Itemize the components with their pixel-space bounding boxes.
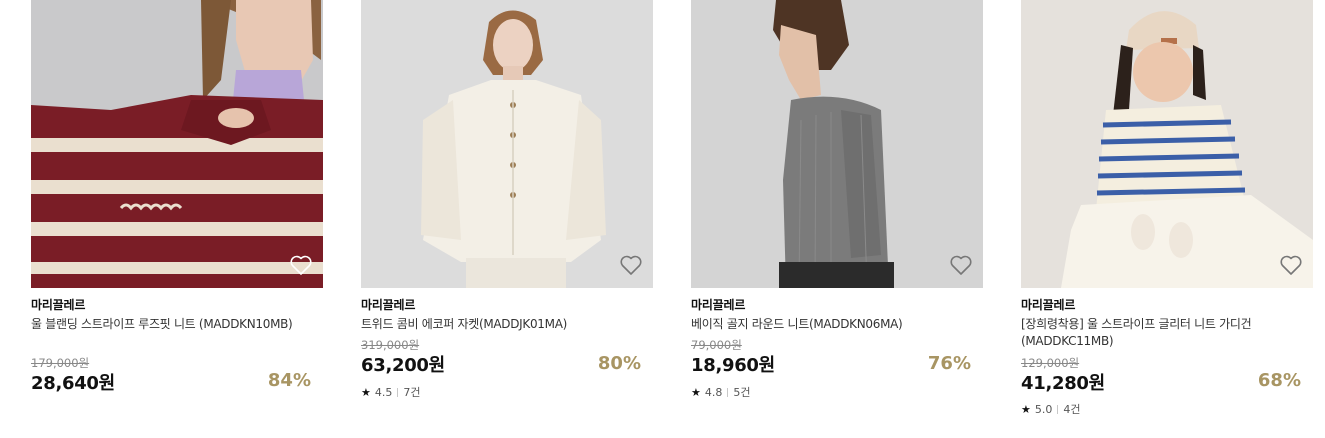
discount-rate: 68%	[1257, 370, 1301, 391]
product-brand: 마리끌레르	[31, 298, 86, 312]
wishlist-heart-icon[interactable]	[619, 254, 643, 276]
rating-summary: ★ 4.8 5건	[691, 384, 751, 400]
product-brand: 마리끌레르	[361, 298, 416, 312]
review-count: 7건	[403, 386, 421, 399]
product-name[interactable]: [장희령착용] 울 스트라이프 글리터 니트 가디건 (MADDKC11MB)	[1021, 316, 1291, 350]
star-icon: ★	[361, 385, 371, 399]
product-name[interactable]: 울 블랜딩 스트라이프 루즈핏 니트 (MADDKN10MB)	[31, 316, 301, 333]
product-name[interactable]: 트위드 콤비 에코퍼 자켓(MADDJK01MA)	[361, 316, 631, 333]
rating-value: 4.8	[704, 385, 723, 399]
wishlist-heart-icon[interactable]	[1279, 254, 1303, 276]
star-icon: ★	[1021, 402, 1031, 416]
rating-value: 4.5	[374, 385, 393, 399]
product-name[interactable]: 베이직 골지 라운드 니트(MADDKN06MA)	[691, 316, 961, 333]
rating-value: 5.0	[1034, 402, 1053, 416]
rating-summary: ★ 5.0 4건	[1021, 401, 1081, 417]
star-icon: ★	[691, 385, 701, 399]
review-count: 5건	[733, 386, 751, 399]
product-image-grey-rib-knit	[691, 0, 983, 288]
review-count: 4건	[1063, 403, 1081, 416]
product-brand: 마리끌레르	[1021, 298, 1076, 312]
rating-divider	[397, 387, 399, 397]
rating-summary: ★ 4.5 7건	[361, 384, 421, 400]
wishlist-heart-icon[interactable]	[289, 254, 313, 276]
wishlist-heart-icon[interactable]	[949, 254, 973, 276]
product-image-burgundy-stripe-knit	[31, 0, 323, 288]
rating-divider	[727, 387, 729, 397]
product-brand: 마리끌레르	[691, 298, 746, 312]
product-image[interactable]	[1021, 0, 1313, 288]
product-card[interactable]: 마리끌레르 트위드 콤비 에코퍼 자켓(MADDJK01MA) 319,000원…	[361, 0, 653, 438]
rating-divider	[1057, 404, 1059, 414]
product-image-white-tweed-jacket	[361, 0, 653, 288]
discount-rate: 80%	[597, 353, 641, 374]
sale-price: 41,280원	[1021, 373, 1105, 394]
discount-rate: 84%	[267, 370, 311, 391]
sale-price: 28,640원	[31, 373, 115, 394]
product-card[interactable]: 마리끌레르 [장희령착용] 울 스트라이프 글리터 니트 가디건 (MADDKC…	[1021, 0, 1313, 438]
product-card[interactable]: 마리끌레르 울 블랜딩 스트라이프 루즈핏 니트 (MADDKN10MB) 17…	[31, 0, 323, 438]
product-image[interactable]	[691, 0, 983, 288]
product-image[interactable]	[361, 0, 653, 288]
sale-price: 18,960원	[691, 355, 775, 376]
product-image[interactable]	[31, 0, 323, 288]
product-grid: 마리끌레르 울 블랜딩 스트라이프 루즈핏 니트 (MADDKN10MB) 17…	[0, 0, 1325, 438]
product-image-blue-stripe-cardigan	[1021, 0, 1313, 288]
product-card[interactable]: 마리끌레르 베이직 골지 라운드 니트(MADDKN06MA) 79,000원 …	[691, 0, 983, 438]
sale-price: 63,200원	[361, 355, 445, 376]
discount-rate: 76%	[927, 353, 971, 374]
